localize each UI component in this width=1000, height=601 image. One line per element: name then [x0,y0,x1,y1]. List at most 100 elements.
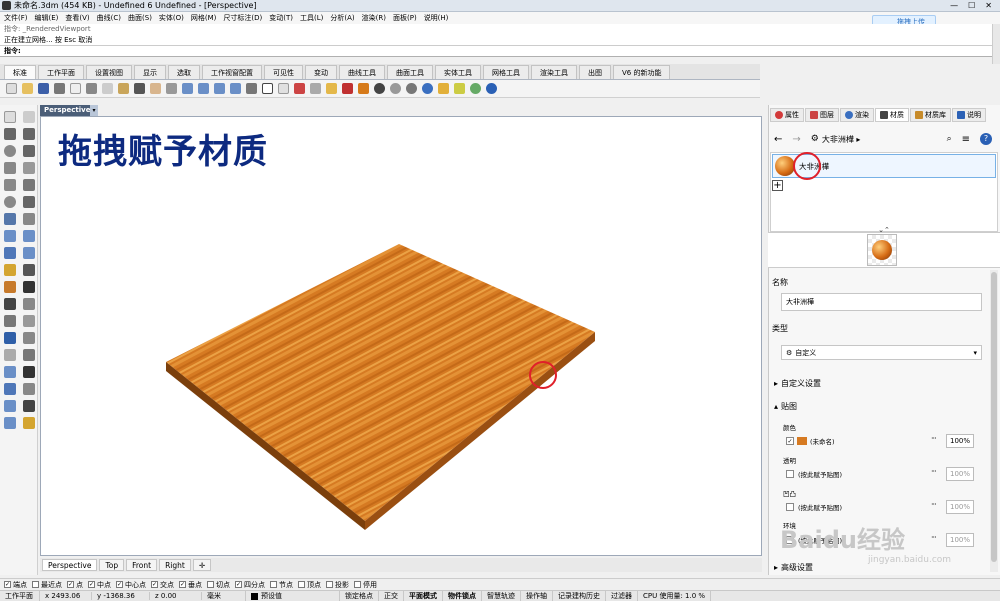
bulb-icon[interactable] [326,83,337,94]
add-viewport-icon[interactable]: ✛ [192,559,212,571]
shaded-sphere-icon[interactable] [390,83,401,94]
color-more-icon[interactable]: ··· [931,434,937,443]
type-dropdown[interactable]: ⚙ 自定义 ▾ [781,345,982,360]
transparency-checkbox[interactable] [786,470,794,478]
hide-objects-icon[interactable] [310,83,321,94]
polyline-icon[interactable] [4,128,16,140]
line-icon[interactable] [23,128,35,140]
tab-front[interactable]: Front [126,559,158,571]
menu-curve[interactable]: 曲线(C) [97,13,121,23]
forward-arrow-icon[interactable]: → [792,134,800,145]
menu-edit[interactable]: 编辑(E) [35,13,59,23]
back-arrow-icon[interactable]: ← [774,134,782,145]
osnap-vertex[interactable]: 顶点 [298,580,321,590]
offset-curve-icon[interactable] [23,179,35,191]
osnap-near[interactable]: 最近点 [32,580,62,590]
status-filter[interactable]: 过滤器 [606,591,638,601]
tab-layers[interactable]: 图层 [805,108,839,122]
tab-properties[interactable]: 属性 [770,108,804,122]
custom-settings-section[interactable]: ▸ 自定义设置 [774,378,821,389]
options-icon[interactable] [278,83,289,94]
explode-icon[interactable] [23,315,35,327]
zoom-extents-icon[interactable] [214,83,225,94]
transparency-texture-slot[interactable]: (按此赋予贴图) [798,469,842,479]
select-arrow-icon[interactable] [4,111,16,123]
minimize-icon[interactable]: — [950,1,958,10]
tab-right[interactable]: Right [159,559,191,571]
osnap-perp[interactable]: ✓ 垂点 [179,580,202,590]
osnap-knot[interactable]: 节点 [270,580,293,590]
name-field[interactable]: 大非洲樺 [781,293,982,311]
status-history[interactable]: 记录建构历史 [553,591,606,601]
tab-viewport-layout[interactable]: 工作视窗配置 [202,65,262,79]
undo-view-icon[interactable] [246,83,257,94]
rotate-icon[interactable] [23,349,35,361]
osnap-checkbox[interactable] [270,581,277,588]
tab-solid-tools[interactable]: 实体工具 [435,65,481,79]
render-tool-icon[interactable] [23,417,35,429]
analyze-icon[interactable] [23,400,35,412]
color-texture-name[interactable]: (未命名) [810,436,835,446]
tab-perspective[interactable]: Perspective [42,559,98,571]
environment-more-icon[interactable]: ··· [931,533,937,542]
text-object-icon[interactable] [4,332,16,344]
osnap-mid[interactable]: ✓ 中点 [88,580,111,590]
wireframe-sphere-icon[interactable] [374,83,385,94]
menu-analyze[interactable]: 分析(A) [330,13,354,23]
fillet-icon[interactable] [23,196,35,208]
paste-icon[interactable] [118,83,129,94]
open-file-icon[interactable] [22,83,33,94]
osnap-checkbox[interactable]: ✓ [179,581,186,588]
osnap-end[interactable]: ✓ 端点 [4,580,27,590]
perspective-viewport[interactable] [40,116,762,556]
circle-icon[interactable] [4,145,16,157]
tab-render-tools[interactable]: 渲染工具 [531,65,577,79]
viewport-menu-arrow-icon[interactable]: ▾ [90,105,98,116]
osnap-checkbox[interactable]: ✓ [4,581,11,588]
tab-materials[interactable]: 材质 [875,108,909,122]
rectangle-icon[interactable] [23,162,35,174]
boolean-icon[interactable] [4,417,16,429]
print-icon[interactable] [54,83,65,94]
bump-checkbox[interactable] [786,503,794,511]
osnap-checkbox[interactable] [207,581,214,588]
color-texture-checkbox[interactable]: ✓ [786,437,794,445]
tab-select[interactable]: 选取 [168,65,200,79]
search-icon[interactable]: ⌕ [947,134,952,144]
status-grid-snap[interactable]: 锁定格点 [340,591,379,601]
wood-board-model[interactable] [41,117,763,557]
render-sphere-icon[interactable] [422,83,433,94]
trim-icon[interactable] [4,298,16,310]
osnap-intersection[interactable]: ✓ 交点 [151,580,174,590]
tab-set-view[interactable]: 设置视图 [86,65,132,79]
osnap-center[interactable]: ✓ 中心点 [116,580,146,590]
osnap-checkbox[interactable] [298,581,305,588]
menu-dimension[interactable]: 尺寸标注(D) [223,13,262,23]
menu-view[interactable]: 查看(V) [65,13,89,23]
osnap-checkbox[interactable]: ✓ [88,581,95,588]
light-icon[interactable] [4,264,16,276]
zoom-dynamic-icon[interactable] [182,83,193,94]
tab-curve-tools[interactable]: 曲线工具 [339,65,385,79]
osnap-tangent[interactable]: 切点 [207,580,230,590]
save-icon[interactable] [38,83,49,94]
hide-icon[interactable] [23,366,35,378]
menu-render[interactable]: 渲染(R) [362,13,386,23]
tab-surface-tools[interactable]: 曲面工具 [387,65,433,79]
status-planar[interactable]: 平面模式 [404,591,443,601]
sphere-icon[interactable] [23,230,35,242]
menu-help[interactable]: 说明(H) [424,13,449,23]
polygon-icon[interactable] [4,179,16,191]
move-icon[interactable] [23,332,35,344]
scale-icon[interactable] [4,400,16,412]
tab-top[interactable]: Top [99,559,125,571]
osnap-checkbox[interactable]: ✓ [151,581,158,588]
sun-icon[interactable] [454,83,465,94]
menu-transform[interactable]: 变动(T) [269,13,293,23]
copy-object-icon[interactable] [4,349,16,361]
mirror-icon[interactable] [23,383,35,395]
zoom-window-icon[interactable] [198,83,209,94]
block-icon[interactable] [4,366,16,378]
menu-tools[interactable]: 工具(L) [300,13,323,23]
text-icon[interactable] [23,281,35,293]
